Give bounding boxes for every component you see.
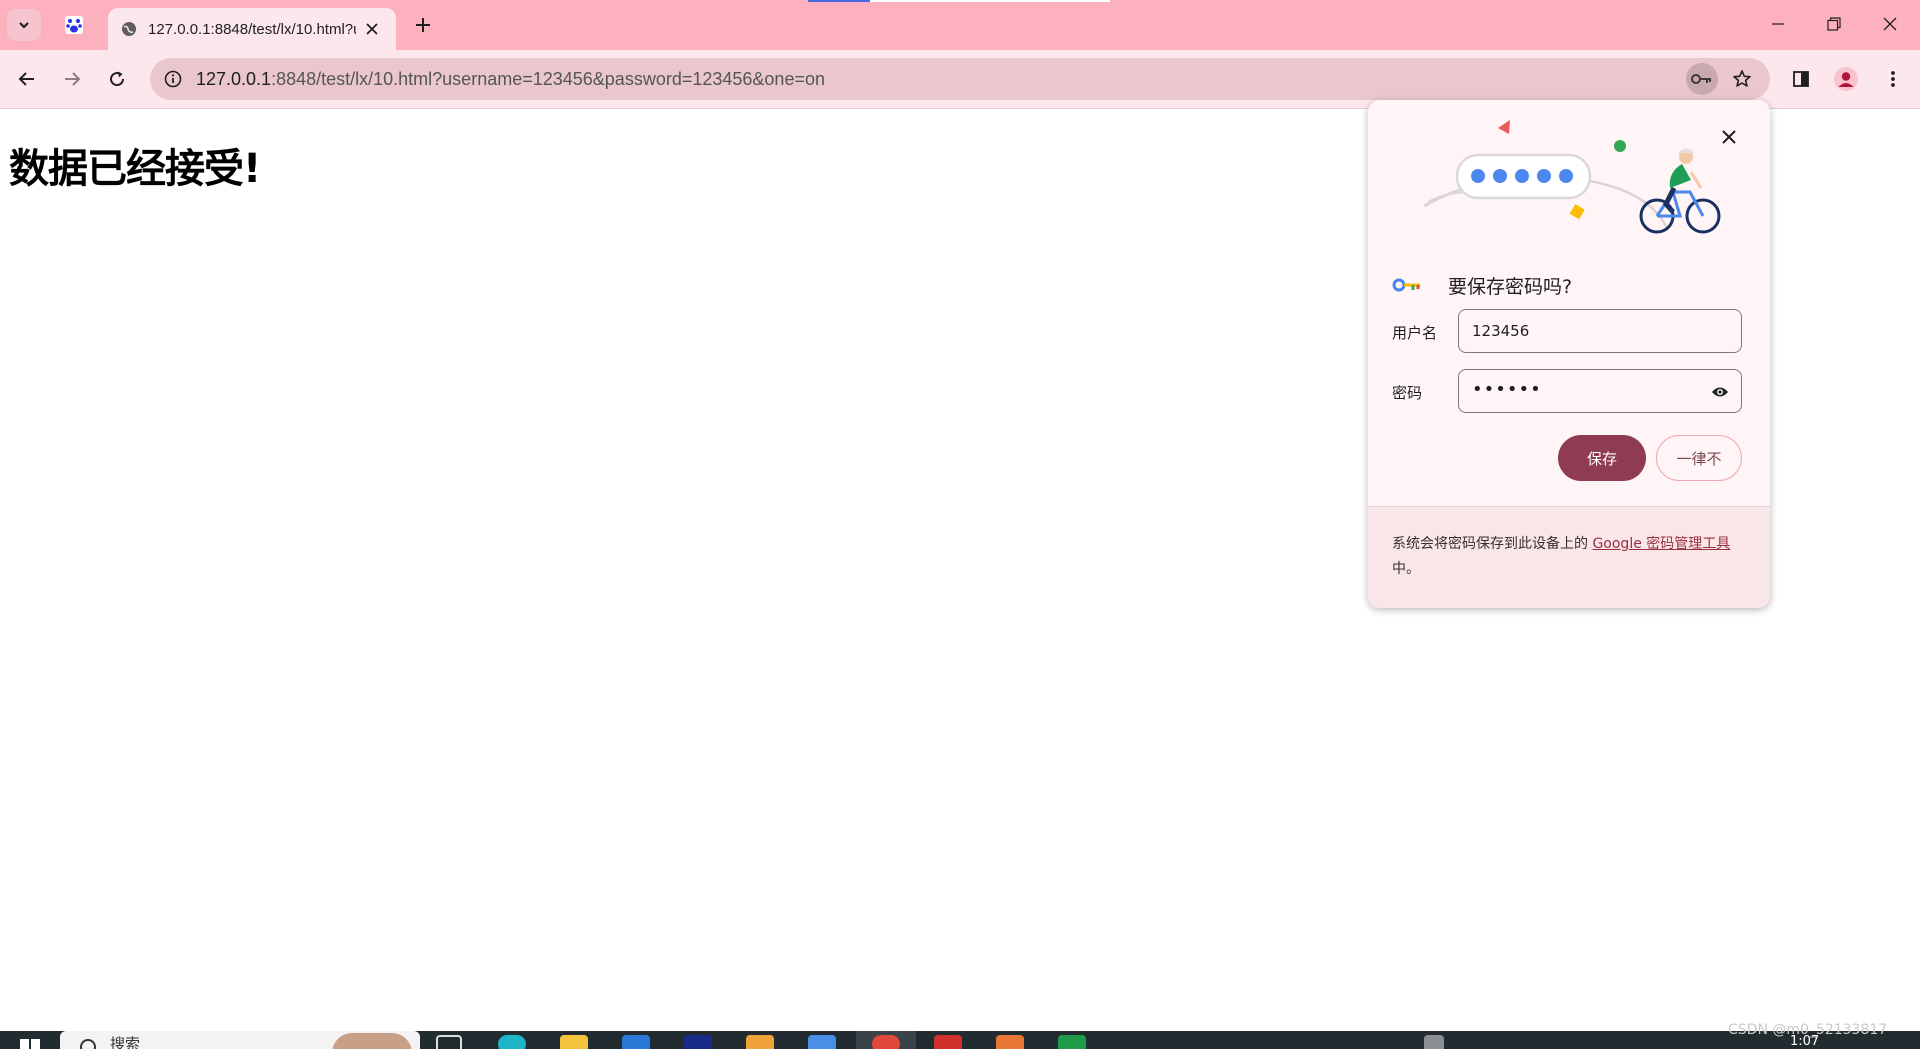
close-window-button[interactable] <box>1862 0 1918 48</box>
arrow-left-icon <box>18 72 34 86</box>
reload-icon <box>110 71 125 87</box>
never-button[interactable]: 一律不 <box>1656 435 1742 481</box>
app-orange-icon[interactable] <box>996 1035 1024 1049</box>
task-view-icon[interactable] <box>436 1035 462 1049</box>
excel-icon[interactable] <box>1058 1035 1086 1049</box>
close-icon <box>1883 17 1897 31</box>
close-icon <box>1722 130 1736 144</box>
profile-icon <box>1834 67 1858 91</box>
mail-icon[interactable] <box>808 1035 836 1049</box>
popup-footer: 系统会将密码保存到此设备上的 Google 密码管理工具中。 <box>1368 506 1770 608</box>
search-icon <box>80 1039 96 1049</box>
new-tab-button[interactable] <box>408 10 438 40</box>
username-value: 123456 <box>1472 322 1530 340</box>
minimize-button[interactable] <box>1750 0 1806 48</box>
pinned-tab[interactable] <box>58 10 90 40</box>
taskbar-search-box[interactable]: 搜索 <box>60 1031 420 1049</box>
search-highlight-image <box>332 1033 412 1049</box>
save-button[interactable]: 保存 <box>1558 435 1646 481</box>
eye-icon[interactable] <box>1709 381 1731 403</box>
arrow-right-icon <box>65 72 81 86</box>
taskbar-search-text: 搜索 <box>110 1035 141 1049</box>
address-bar[interactable]: 127.0.0.1:8848/test/lx/10.html?username=… <box>150 58 1770 100</box>
chrome-icon[interactable] <box>872 1035 900 1049</box>
kebab-menu-icon <box>1891 71 1895 87</box>
reload-button[interactable] <box>100 62 134 96</box>
active-tab[interactable]: 127.0.0.1:8848/test/lx/10.html?username=… <box>108 8 396 50</box>
file-explorer-icon[interactable] <box>560 1035 588 1049</box>
password-value: •••••• <box>1472 379 1542 400</box>
password-illustration <box>1423 120 1721 234</box>
tab-strip: 127.0.0.1:8848/test/lx/10.html?username=… <box>0 0 1920 50</box>
weather-icon[interactable] <box>1424 1035 1444 1049</box>
page-heading: 数据已经接受! <box>9 146 261 192</box>
tab-accent-line <box>808 0 870 2</box>
footer-text-end: 中。 <box>1392 561 1420 577</box>
restore-button[interactable] <box>1806 0 1862 48</box>
vscode-icon[interactable] <box>622 1035 650 1049</box>
tab-close-icon[interactable] <box>362 19 382 39</box>
url-text[interactable]: 127.0.0.1:8848/test/lx/10.html?username=… <box>196 69 825 90</box>
google-key-icon <box>1392 278 1420 292</box>
browser-menu-button[interactable] <box>1876 62 1910 96</box>
footer-text: 系统会将密码保存到此设备上的 Google 密码管理工具中。 <box>1392 532 1752 582</box>
chevron-down-icon <box>19 22 29 29</box>
url-rest: :8848/test/lx/10.html?username=123456&pa… <box>271 69 825 89</box>
app-p-icon[interactable] <box>684 1035 712 1049</box>
windows-start-icon[interactable] <box>18 1037 42 1049</box>
app-fox-icon[interactable] <box>746 1035 774 1049</box>
password-key-button[interactable] <box>1686 63 1718 95</box>
side-panel-button[interactable] <box>1784 62 1818 96</box>
password-manager-link[interactable]: Google 密码管理工具 <box>1592 536 1730 552</box>
tab-search-button[interactable] <box>7 9 41 41</box>
popup-title: 要保存密码吗? <box>1448 276 1573 298</box>
restore-icon <box>1827 17 1841 31</box>
edge-icon[interactable] <box>498 1035 526 1049</box>
baidu-paw-icon <box>65 16 83 34</box>
password-field[interactable]: •••••• <box>1458 369 1742 413</box>
save-password-popup: 要保存密码吗? 用户名 123456 密码 •••••• 保存 一律不 系统会将… <box>1368 100 1770 608</box>
app-red-icon[interactable] <box>934 1035 962 1049</box>
popup-close-button[interactable] <box>1714 122 1744 152</box>
footer-text-start: 系统会将密码保存到此设备上的 <box>1392 536 1593 552</box>
username-label: 用户名 <box>1392 324 1438 342</box>
key-icon <box>1691 74 1711 84</box>
forward-button[interactable] <box>55 62 89 96</box>
bookmark-star-button[interactable] <box>1726 63 1758 95</box>
password-label: 密码 <box>1392 384 1423 402</box>
tab-highlight-line <box>870 0 1110 2</box>
back-button[interactable] <box>10 62 44 96</box>
globe-icon <box>120 20 138 38</box>
side-panel-icon <box>1793 71 1809 87</box>
tab-title: 127.0.0.1:8848/test/lx/10.html?username=… <box>148 20 356 38</box>
info-icon[interactable] <box>162 68 184 90</box>
minimize-icon <box>1772 23 1784 25</box>
username-field[interactable]: 123456 <box>1458 309 1742 353</box>
star-icon <box>1733 70 1751 87</box>
url-host: 127.0.0.1 <box>196 69 272 89</box>
profile-button[interactable] <box>1829 62 1863 96</box>
plus-icon <box>416 18 430 32</box>
windows-taskbar: 搜索 1:07 <box>0 1031 1920 1049</box>
csdn-watermark: CSDN @m0_52133817 <box>1728 1022 1888 1038</box>
